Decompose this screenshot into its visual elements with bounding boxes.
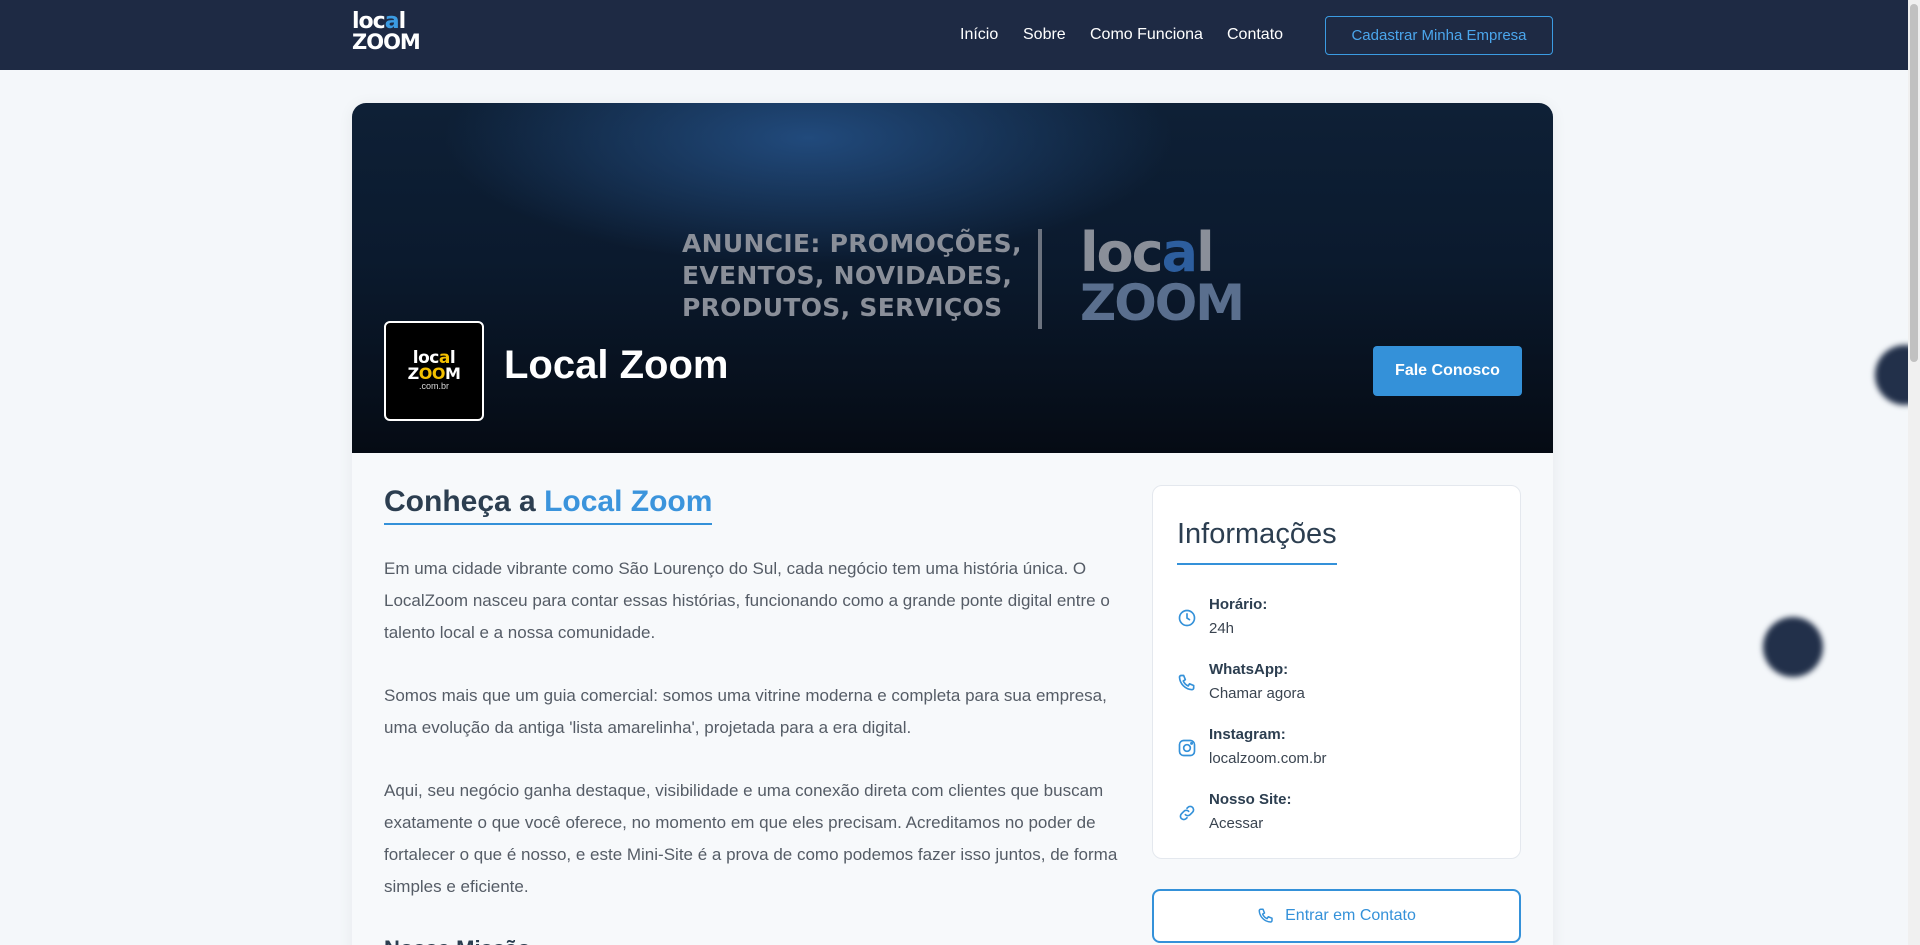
banner-logo: local ZOOM — [1080, 221, 1245, 332]
banner-logo-line2: ZOOM — [1080, 274, 1245, 332]
floating-blob-bottom — [1763, 617, 1823, 677]
instagram-icon — [1178, 739, 1196, 757]
banner-logo-line1: local — [1080, 221, 1215, 284]
phone-icon — [1178, 674, 1195, 691]
phone-icon — [1258, 908, 1273, 923]
avatar-line3: .com.br — [418, 380, 449, 391]
info-item-website[interactable]: Nosso Site: Acessar — [1177, 791, 1497, 837]
info-value-hours: 24h — [1209, 620, 1235, 637]
page-scrollbar[interactable] — [1908, 0, 1920, 945]
register-business-button[interactable]: Cadastrar Minha Empresa — [1325, 16, 1553, 55]
banner-headline: ANUNCIE: PROMOÇÕES, EVENTOS, NOVIDADES, … — [682, 228, 1042, 324]
about-title: Conheça a Local Zoom — [384, 485, 713, 525]
nav-link-contato[interactable]: Contato — [1227, 26, 1283, 44]
top-navbar: local ZOOM Início Sobre Como Funciona Co… — [0, 0, 1908, 70]
contact-us-button[interactable]: Fale Conosco — [1373, 346, 1522, 396]
info-label-whatsapp: WhatsApp: — [1209, 661, 1289, 678]
info-item-whatsapp[interactable]: WhatsApp: Chamar agora — [1177, 661, 1497, 707]
info-value-website[interactable]: Acessar — [1209, 815, 1263, 832]
nav-link-como-funciona[interactable]: Como Funciona — [1090, 26, 1203, 44]
clock-icon — [1178, 609, 1196, 627]
info-title: Informações — [1177, 518, 1337, 565]
info-value-instagram[interactable]: localzoom.com.br — [1209, 750, 1327, 767]
avatar-line2: ZOOM — [407, 363, 461, 383]
company-avatar: local ZOOM .com.br — [384, 321, 484, 421]
about-paragraph-2: Somos mais que um guia comercial: somos … — [384, 686, 1107, 737]
nav-link-inicio[interactable]: Início — [960, 26, 998, 44]
banner-line-3: PRODUTOS, SERVIÇOS — [682, 293, 1003, 322]
info-item-instagram[interactable]: Instagram: localzoom.com.br — [1177, 726, 1497, 772]
scrollbar-thumb[interactable] — [1910, 4, 1918, 362]
about-paragraph-1: Em uma cidade vibrante como São Lourenço… — [384, 559, 1110, 642]
banner-line-1: ANUNCIE: PROMOÇÕES, — [682, 229, 1022, 258]
info-label-instagram: Instagram: — [1209, 726, 1286, 743]
mission-heading: Nossa Missão — [384, 936, 531, 945]
main-nav: Início Sobre Como Funciona Contato — [0, 0, 1908, 70]
hero-banner: ANUNCIE: PROMOÇÕES, EVENTOS, NOVIDADES, … — [352, 103, 1553, 453]
nav-link-sobre[interactable]: Sobre — [1023, 26, 1066, 44]
get-in-touch-label: Entrar em Contato — [1285, 907, 1416, 924]
info-label-website: Nosso Site: — [1209, 791, 1292, 808]
get-in-touch-button[interactable]: Entrar em Contato — [1152, 889, 1521, 943]
business-card: ANUNCIE: PROMOÇÕES, EVENTOS, NOVIDADES, … — [352, 103, 1553, 945]
info-value-whatsapp[interactable]: Chamar agora — [1209, 685, 1305, 702]
about-paragraph-3: Aqui, seu negócio ganha destaque, visibi… — [384, 781, 1118, 896]
company-name: Local Zoom — [504, 343, 729, 387]
info-panel: Informações Horário: 24h WhatsApp: Chama… — [1152, 485, 1521, 859]
info-item-hours: Horário: 24h — [1177, 596, 1497, 642]
info-label-hours: Horário: — [1209, 596, 1268, 613]
banner-line-2: EVENTOS, NOVIDADES, — [682, 261, 1013, 290]
link-icon — [1179, 805, 1195, 821]
banner-divider — [1038, 229, 1042, 329]
